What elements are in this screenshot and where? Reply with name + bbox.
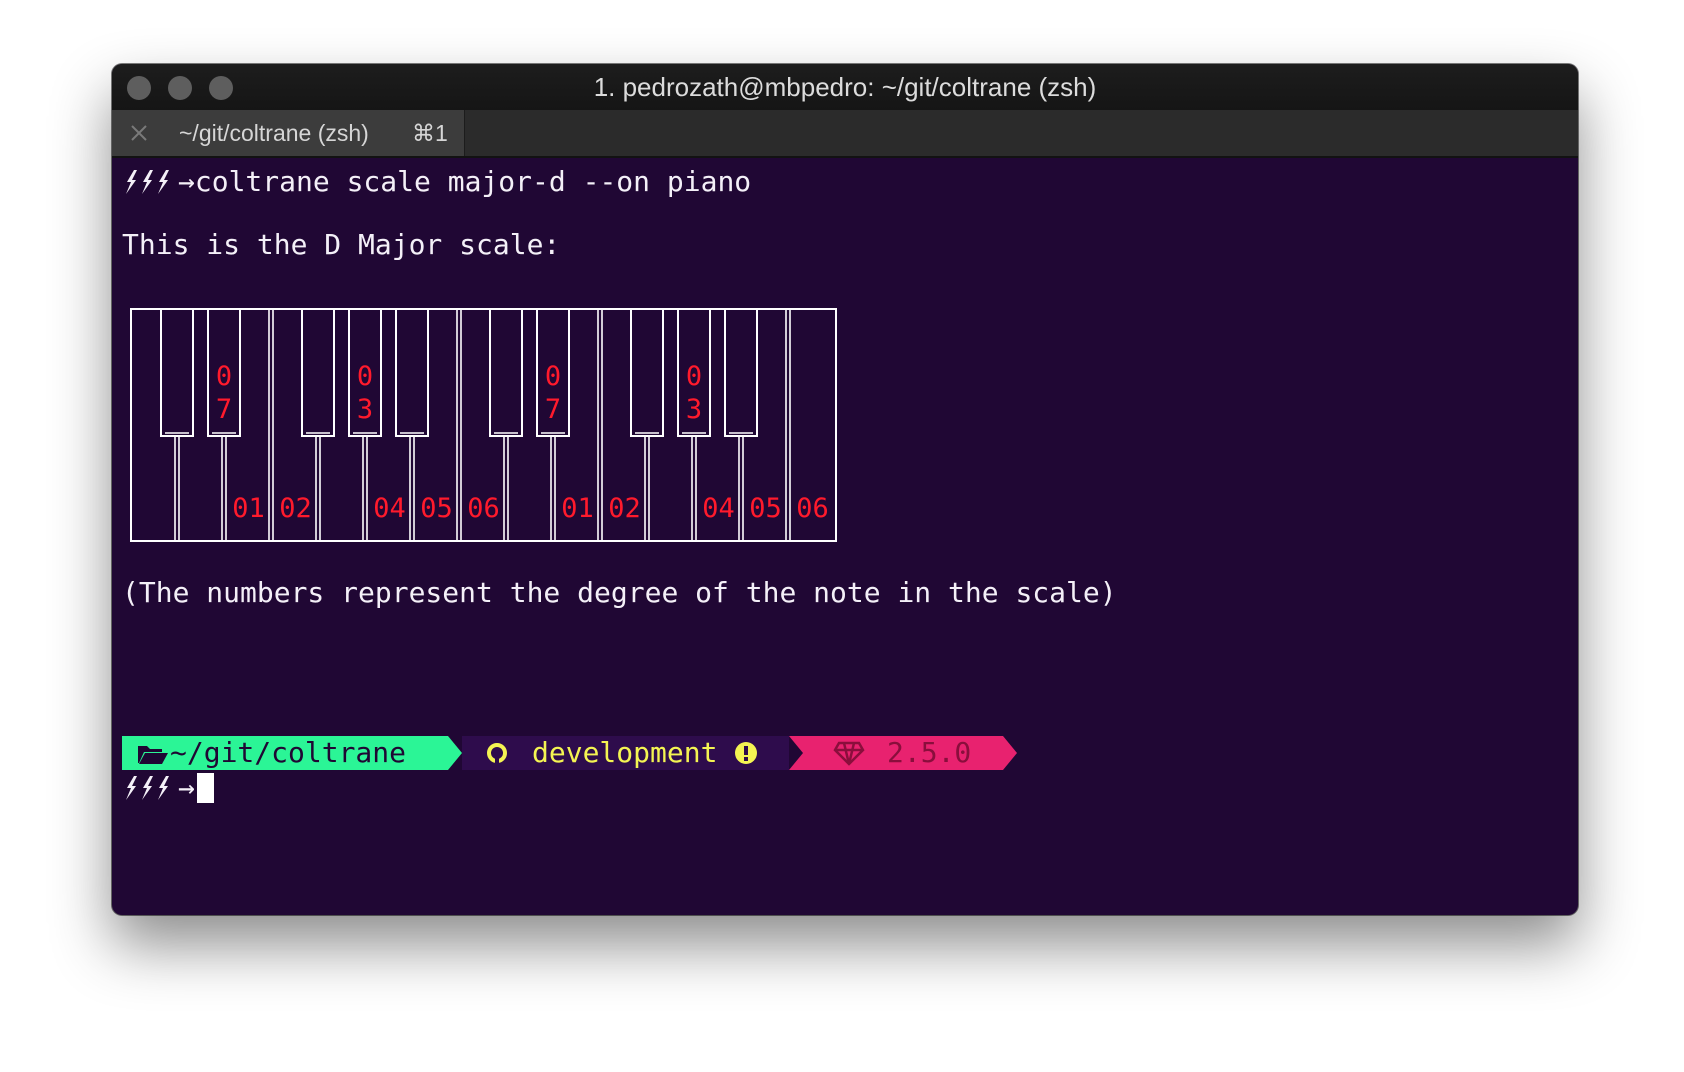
window-title: 1. pedrozath@mbpedro: ~/git/coltrane (zs… bbox=[593, 72, 1097, 102]
scale-heading: This is the D Major scale: bbox=[122, 228, 561, 261]
white-key-degree: 02 bbox=[279, 493, 312, 524]
tab-zsh[interactable]: ~/git/coltrane (zsh) ⌘1 bbox=[112, 110, 465, 156]
black-key-degree: 3 bbox=[357, 394, 373, 425]
white-key-degree: 01 bbox=[232, 493, 265, 524]
white-key-degree: 06 bbox=[467, 493, 500, 524]
github-icon bbox=[487, 743, 507, 763]
black-key-degree: 7 bbox=[545, 394, 561, 425]
tab-shortcut: ⌘1 bbox=[412, 120, 448, 146]
black-key bbox=[724, 308, 758, 437]
white-key-degree: 05 bbox=[420, 493, 453, 524]
black-key-degree: 0 bbox=[545, 361, 561, 392]
folder-icon bbox=[138, 746, 168, 764]
black-key-degree: 0 bbox=[686, 361, 702, 392]
command-line: →coltrane scale major-d --on piano bbox=[122, 165, 751, 199]
black-key bbox=[301, 308, 335, 437]
directory-text: ~/git/coltrane bbox=[170, 736, 407, 769]
terminal-output[interactable]: →coltrane scale major-d --on piano This … bbox=[122, 158, 1578, 915]
close-icon[interactable] bbox=[126, 120, 152, 146]
prompt-arrow: → bbox=[178, 771, 195, 804]
prompt-arrow: → bbox=[178, 165, 195, 198]
black-key bbox=[630, 308, 664, 437]
lightning-bolts-icon bbox=[126, 776, 169, 800]
title-bar: 1. pedrozath@mbpedro: ~/git/coltrane (zs… bbox=[112, 64, 1578, 110]
input-line[interactable]: → bbox=[122, 771, 214, 805]
black-key bbox=[489, 308, 523, 437]
black-key-degree: 3 bbox=[686, 394, 702, 425]
lightning-bolts-icon bbox=[126, 170, 169, 194]
segment-separator bbox=[1003, 736, 1017, 770]
piano-keyboard: 01 02 04 05 06 01 02 04 05 0607030703 bbox=[130, 308, 837, 542]
ruby-gem-icon bbox=[833, 741, 865, 766]
footnote: (The numbers represent the degree of the… bbox=[122, 576, 1117, 609]
black-key bbox=[395, 308, 429, 437]
command-text: coltrane scale major-d --on piano bbox=[194, 165, 752, 198]
black-key-degree: 0 bbox=[216, 361, 232, 392]
black-key bbox=[160, 308, 194, 437]
terminal-window: 1. pedrozath@mbpedro: ~/git/coltrane (zs… bbox=[112, 64, 1578, 915]
ruby-segment: 2.5.0 bbox=[803, 736, 1003, 770]
directory-segment: ~/git/coltrane bbox=[122, 736, 448, 770]
text-cursor bbox=[196, 773, 214, 803]
white-key-degree: 04 bbox=[373, 493, 406, 524]
white-key-degree: 04 bbox=[702, 493, 735, 524]
warning-icon bbox=[735, 742, 758, 764]
white-key-degree: 01 bbox=[561, 493, 594, 524]
ruby-version-text: 2.5.0 bbox=[887, 736, 972, 769]
tab-label: ~/git/coltrane (zsh) bbox=[179, 120, 369, 146]
tab-bar: ~/git/coltrane (zsh) ⌘1 bbox=[112, 110, 1578, 158]
git-segment: development bbox=[462, 736, 789, 770]
segment-separator bbox=[789, 736, 803, 770]
black-key-degree: 0 bbox=[357, 361, 373, 392]
black-key-degree: 7 bbox=[216, 394, 232, 425]
white-key-degree: 02 bbox=[608, 493, 641, 524]
white-key-degree: 05 bbox=[749, 493, 782, 524]
white-key-degree: 06 bbox=[796, 493, 829, 524]
segment-separator bbox=[448, 736, 462, 770]
branch-text: development bbox=[532, 736, 718, 769]
